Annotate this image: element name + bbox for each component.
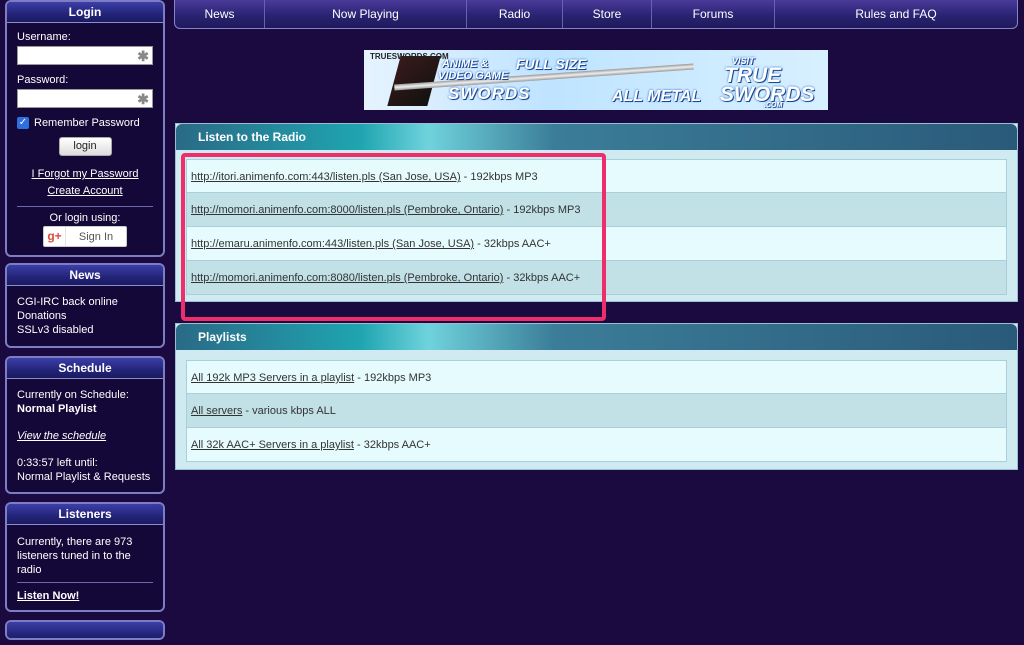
playlist-link[interactable]: All 32k AAC+ Servers in a playlist [191,439,354,451]
google-plus-icon: g+ [44,227,66,246]
schedule-title: Schedule [7,358,163,379]
nav-news[interactable]: News [175,0,265,28]
remember-checkbox[interactable]: ✓ [17,117,29,129]
stream-row: http://emaru.animenfo.com:443/listen.pls… [186,227,1007,261]
listeners-box: Listeners Currently, there are 973 liste… [5,502,165,612]
radio-panel: Listen to the Radio http://itori.animenf… [175,123,1018,302]
banner-all-metal: ALL METAL [612,88,702,105]
sidebar: Login Username: ✱ Password: ✱ ✓ Remember… [5,0,165,645]
stream-link[interactable]: http://momori.animenfo.com:8000/listen.p… [191,204,503,216]
login-title: Login [7,2,163,23]
schedule-next: Normal Playlist & Requests [17,471,151,483]
playlist-row: All servers - various kbps ALL [186,394,1007,428]
top-nav: News Now Playing Radio Store Forums Rule… [174,0,1018,29]
news-box: News CGI-IRC back online Donations SSLv3… [5,263,165,348]
password-label: Password: [17,74,69,86]
view-schedule-link[interactable]: View the schedule [17,430,106,442]
playlists-panel-title: Playlists [176,324,1017,350]
playlist-link[interactable]: All servers [191,405,242,417]
stream-info: - 32kbps AAC+ [503,272,581,284]
nav-store[interactable]: Store [563,0,652,28]
remember-password[interactable]: ✓ Remember Password [17,117,153,129]
divider [17,582,153,583]
schedule-current-label: Currently on Schedule: [17,389,129,401]
stream-row: http://momori.animenfo.com:8000/listen.p… [186,193,1007,227]
banner-full-size: FULL SIZE [516,56,587,72]
playlist-link[interactable]: All 192k MP3 Servers in a playlist [191,372,354,384]
banner-swords: SWORDS [448,84,531,103]
playlist-info: - 192kbps MP3 [354,372,432,384]
sign-in-label: Sign In [78,230,114,243]
banner-site: TRUESWORDS.COM [370,52,449,61]
divider [17,206,153,207]
nav-rules-faq[interactable]: Rules and FAQ [775,0,1017,28]
stream-info: - 32kbps AAC+ [474,238,551,250]
login-box: Login Username: ✱ Password: ✱ ✓ Remember… [5,0,165,257]
playlist-row: All 192k MP3 Servers in a playlist - 192… [186,360,1007,394]
playlist-info: - 32kbps AAC+ [353,439,431,451]
stream-link[interactable]: http://momori.animenfo.com:8080/listen.p… [191,272,503,284]
username-label: Username: [17,31,71,43]
nav-forums[interactable]: Forums [652,0,775,28]
playlist-row: All 32k AAC+ Servers in a playlist - 32k… [186,428,1007,462]
stream-row: http://momori.animenfo.com:8080/listen.p… [186,261,1007,295]
banner-com: .COM [764,102,783,109]
news-item[interactable]: CGI-IRC back online [17,295,153,309]
password-field[interactable]: ✱ [17,89,153,108]
next-box-title [7,622,163,638]
news-item[interactable]: SSLv3 disabled [17,323,153,337]
playlists-panel: Playlists All 192k MP3 Servers in a play… [175,323,1018,470]
next-box [5,620,165,640]
listeners-title: Listeners [7,504,163,525]
remember-label: Remember Password [34,117,140,129]
stream-info: - 192kbps MP3 [503,204,581,216]
banner-anime: ANIME & [442,58,489,70]
asterisk-icon: ✱ [137,91,149,107]
google-signin-button[interactable]: g+ Sign In [43,226,127,247]
schedule-time-left: 0:33:57 left until: [17,457,98,469]
asterisk-icon: ✱ [137,48,149,64]
banner-video: VIDEO GAME [438,70,509,82]
create-account-link[interactable]: Create Account [17,183,153,200]
stream-link[interactable]: http://emaru.animenfo.com:443/listen.pls… [191,238,474,250]
stream-row: http://itori.animenfo.com:443/listen.pls… [186,159,1007,193]
forgot-password-link[interactable]: I Forgot my Password [17,166,153,183]
advertisement-banner[interactable]: TRUESWORDS.COM ANIME & VIDEO GAME SWORDS… [364,50,828,110]
or-login-label: Or login using: [49,212,121,224]
login-button[interactable]: login [58,137,112,156]
news-item[interactable]: Donations [17,309,153,323]
stream-info: - 192kbps MP3 [460,171,538,183]
playlist-info: - various kbps ALL [242,405,336,417]
listeners-text: Currently, there are 973 listeners tuned… [17,536,133,576]
radio-panel-title: Listen to the Radio [176,124,1017,150]
stream-link[interactable]: http://itori.animenfo.com:443/listen.pls… [191,171,461,183]
schedule-current-value: Normal Playlist [17,403,97,415]
schedule-box: Schedule Currently on Schedule: Normal P… [5,356,165,494]
news-title: News [7,265,163,286]
nav-now-playing[interactable]: Now Playing [265,0,467,28]
username-field[interactable]: ✱ [17,46,153,65]
listen-now-link[interactable]: Listen Now! [17,590,79,602]
nav-radio[interactable]: Radio [467,0,563,28]
